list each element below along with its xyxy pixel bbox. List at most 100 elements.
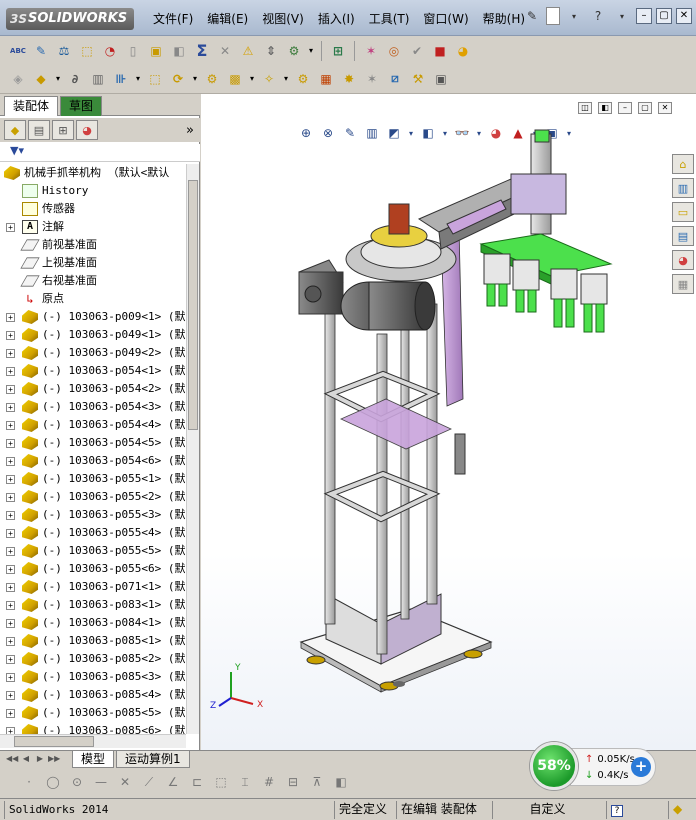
expand-toggle[interactable]: + — [6, 349, 15, 358]
paperclip-icon[interactable]: ∂ — [65, 69, 85, 89]
tree-item-part[interactable]: + (-) 103063-p085<1> (默认 — [0, 632, 185, 650]
feature-manager-icon[interactable]: ◆ — [4, 120, 26, 140]
tree-item-part[interactable]: + (-) 103063-p084<1> (默认 — [0, 614, 185, 632]
expand-toggle[interactable]: + — [6, 313, 15, 322]
tab-sketch[interactable]: 草图 — [60, 96, 103, 116]
measure-icon[interactable]: ⇕ — [261, 41, 281, 61]
tree-item-part[interactable]: + (-) 103063-p055<4> (默认 — [0, 524, 185, 542]
reference-icon[interactable]: ✧ — [259, 69, 279, 89]
tree-item-part[interactable]: + (-) 103063-p054<4> (默认 — [0, 416, 185, 434]
file-explorer-icon[interactable]: ▭ — [672, 202, 694, 222]
expand-toggle[interactable]: + — [6, 547, 15, 556]
dropdown-arrow-icon[interactable]: ▾ — [134, 69, 142, 89]
status-units[interactable]: 自定义 — [492, 801, 602, 819]
relations-icon[interactable]: ⊼ — [308, 773, 326, 791]
menu-view[interactable]: 视图(V) — [255, 10, 311, 28]
tree-item-part[interactable]: + (-) 103063-p055<2> (默认 — [0, 488, 185, 506]
fillet-icon[interactable]: ⊏ — [188, 773, 206, 791]
tree-item-origin[interactable]: ↳ 原点 — [0, 290, 185, 308]
interference-detection-icon[interactable]: ⧄ — [385, 69, 405, 89]
expand-toggle[interactable]: + — [6, 475, 15, 484]
menu-file[interactable]: 文件(F) — [146, 10, 200, 28]
expand-toggle[interactable]: + — [6, 709, 15, 718]
move-face-icon[interactable]: ⬚ — [145, 69, 165, 89]
tree-item-right-plane[interactable]: 右视基准面 — [0, 272, 185, 290]
expand-toggle[interactable]: + — [6, 421, 15, 430]
smart-fasteners-icon[interactable]: ⊪ — [111, 69, 131, 89]
repair-sketch-icon[interactable]: ◧ — [332, 773, 350, 791]
tree-item-sensors[interactable]: 传感器 — [0, 200, 185, 218]
interference-icon[interactable]: ✕ — [215, 41, 235, 61]
last-tab-icon[interactable]: ▶▶ — [48, 753, 60, 765]
expand-toggle[interactable]: + — [6, 565, 15, 574]
stop-icon[interactable]: ■ — [430, 41, 450, 61]
filter-icon[interactable]: ▼▾ — [10, 144, 24, 157]
dropdown-arrow-icon[interactable]: ▾ — [612, 6, 632, 26]
point-icon[interactable]: · — [20, 773, 38, 791]
dropdown-arrow-icon[interactable]: ▾ — [564, 6, 584, 26]
expand-toggle[interactable]: + — [6, 529, 15, 538]
tree-item-part[interactable]: + (-) 103063-p055<1> (默认 — [0, 470, 185, 488]
new-part-icon[interactable]: ◆ — [31, 69, 51, 89]
design-library-icon[interactable]: ▥ — [672, 178, 694, 198]
exploded-view-icon[interactable]: ✸ — [339, 69, 359, 89]
clearance-icon[interactable]: ⚒ — [408, 69, 428, 89]
tab-assembly[interactable]: 装配体 — [4, 96, 59, 116]
assembly-model-3d[interactable]: Y X Z — [201, 94, 696, 750]
tree-item-part[interactable]: + (-) 103063-p054<5> (默认 — [0, 434, 185, 452]
tree-item-part[interactable]: + (-) 103063-p085<4> (默认 — [0, 686, 185, 704]
first-tab-icon[interactable]: ◀◀ — [6, 753, 18, 765]
menu-edit[interactable]: 编辑(E) — [200, 10, 255, 28]
offset-icon[interactable]: ⊟ — [284, 773, 302, 791]
minimize-button[interactable]: – — [636, 8, 652, 24]
dropdown-arrow-icon[interactable]: ▾ — [307, 41, 315, 61]
tree-vertical-scrollbar[interactable] — [186, 164, 199, 734]
tree-item-part[interactable]: + (-) 103063-p085<2> (默认 — [0, 650, 185, 668]
home-icon[interactable]: ⌂ — [672, 154, 694, 174]
tree-item-part[interactable]: + (-) 103063-p054<6> (默认 — [0, 452, 185, 470]
check-icon[interactable]: ✔ — [407, 41, 427, 61]
tree-item-part[interactable]: + (-) 103063-p054<3> (默认 — [0, 398, 185, 416]
display-manager-icon[interactable]: ◕ — [76, 120, 98, 140]
tree-item-front-plane[interactable]: 前视基准面 — [0, 236, 185, 254]
insert-component-icon[interactable]: ◈ — [8, 69, 28, 89]
edit-component-icon[interactable]: ✎ — [31, 41, 51, 61]
expand-toggle[interactable]: + — [6, 619, 15, 628]
expand-panel-icon[interactable]: » — [186, 123, 194, 138]
expand-toggle[interactable]: + — [6, 385, 15, 394]
expand-toggle[interactable]: + — [6, 601, 15, 610]
dropdown-arrow-icon[interactable]: ▾ — [54, 69, 62, 89]
bill-of-materials-icon[interactable]: ▦ — [316, 69, 336, 89]
view-palette-icon[interactable]: ▤ — [672, 226, 694, 246]
rotate-component-icon[interactable]: ◔ — [100, 41, 120, 61]
scrollbar-thumb[interactable] — [14, 736, 94, 747]
circle-icon[interactable]: ◯ — [44, 773, 62, 791]
tree-item-part[interactable]: + (-) 103063-p071<1> (默认 — [0, 578, 185, 596]
tree-item-top-plane[interactable]: 上视基准面 — [0, 254, 185, 272]
assembly-features-icon[interactable]: ▩ — [225, 69, 245, 89]
rectangle-icon[interactable]: ⬚ — [212, 773, 230, 791]
expand-toggle[interactable]: + — [6, 583, 15, 592]
pin-icon[interactable]: ✎ — [522, 6, 542, 26]
instant3d-icon[interactable]: ◎ — [384, 41, 404, 61]
tree-item-part[interactable]: + (-) 103063-p054<2> (默认 — [0, 380, 185, 398]
expand-toggle[interactable]: + — [6, 457, 15, 466]
close-button[interactable]: ✕ — [676, 8, 692, 24]
tree-item-part[interactable]: + (-) 103063-p055<3> (默认 — [0, 506, 185, 524]
expand-toggle[interactable]: + — [6, 511, 15, 520]
expand-toggle[interactable]: + — [6, 331, 15, 340]
expand-toggle[interactable]: + — [6, 439, 15, 448]
configuration-manager-icon[interactable]: ⊞ — [52, 120, 74, 140]
dropdown-arrow-icon[interactable]: ▾ — [248, 69, 256, 89]
tree-item-part[interactable]: + (-) 103063-p049<1> (默认 — [0, 326, 185, 344]
new-document-icon[interactable] — [546, 7, 560, 25]
prev-tab-icon[interactable]: ◀ — [20, 753, 32, 765]
tree-item-part[interactable]: + (-) 103063-p085<6> (默认 — [0, 722, 185, 734]
tree-item-part[interactable]: + (-) 103063-p049<2> (默认 — [0, 344, 185, 362]
tree-item-part[interactable]: + (-) 103063-p055<6> (默认 — [0, 560, 185, 578]
dropdown-arrow-icon[interactable]: ▾ — [282, 69, 290, 89]
linear-pattern-icon[interactable]: ▥ — [88, 69, 108, 89]
scrollbar-thumb[interactable] — [188, 180, 198, 430]
mass-properties-icon[interactable]: ⚙ — [284, 41, 304, 61]
tab-model[interactable]: 模型 — [72, 751, 115, 768]
